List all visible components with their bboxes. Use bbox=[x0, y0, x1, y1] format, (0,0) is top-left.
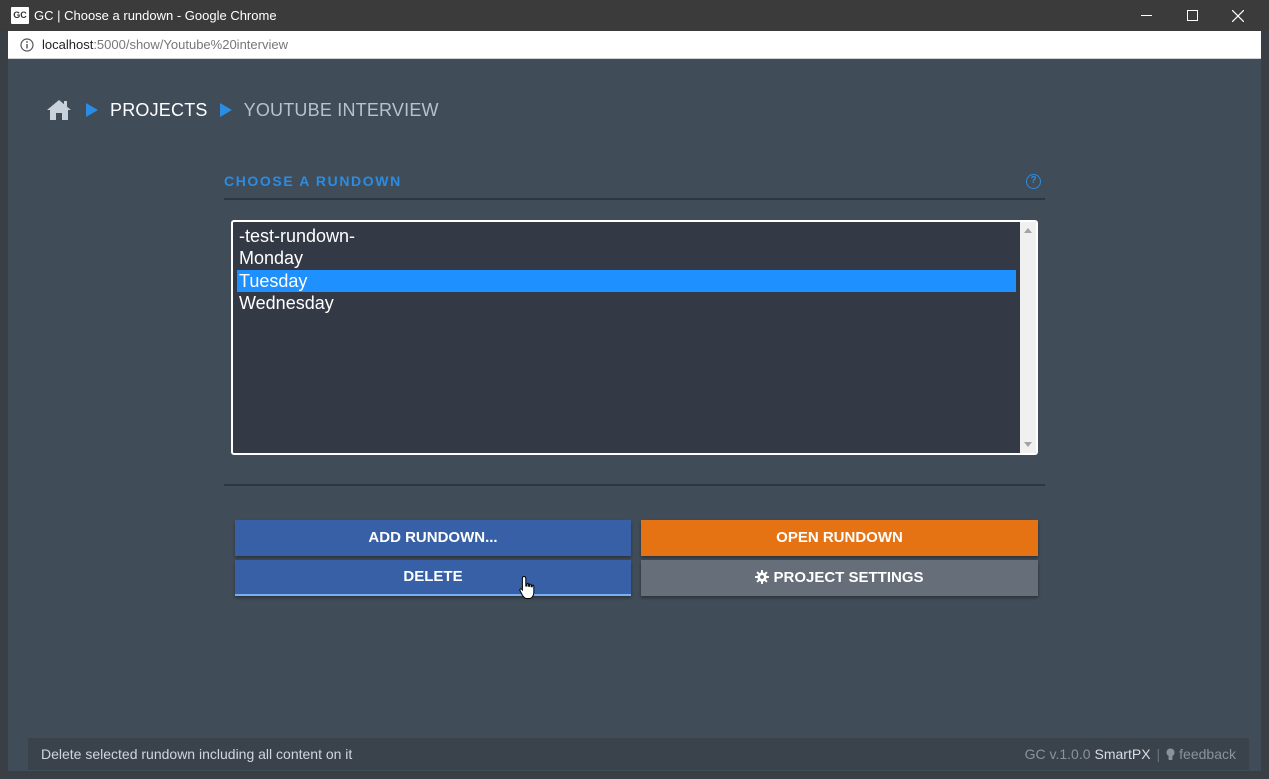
close-button[interactable] bbox=[1215, 0, 1261, 31]
brand-label[interactable]: SmartPX bbox=[1095, 746, 1151, 762]
open-rundown-button[interactable]: OPEN RUNDOWN bbox=[641, 520, 1038, 556]
divider bbox=[224, 484, 1045, 486]
feedback-link[interactable]: feedback bbox=[1179, 746, 1236, 762]
breadcrumb-projects[interactable]: PROJECTS bbox=[110, 100, 208, 121]
breadcrumb-current: YOUTUBE INTERVIEW bbox=[243, 99, 439, 120]
add-rundown-button[interactable]: ADD RUNDOWN... bbox=[235, 520, 631, 556]
section-title: CHOOSE A RUNDOWN bbox=[224, 173, 402, 189]
divider bbox=[224, 198, 1045, 200]
hand-cursor-icon bbox=[519, 575, 535, 599]
delete-button[interactable]: DELETE bbox=[235, 560, 631, 596]
project-settings-label: PROJECT SETTINGS bbox=[773, 569, 924, 586]
maximize-button[interactable] bbox=[1169, 0, 1215, 31]
url-host: localhost bbox=[42, 37, 94, 52]
minimize-icon bbox=[1140, 15, 1152, 16]
app-main: PROJECTS YOUTUBE INTERVIEW CHOOSE A RUND… bbox=[8, 59, 1261, 771]
url-path: :5000/show/Youtube%20interview bbox=[93, 37, 288, 52]
window-title: GC | Choose a rundown - Google Chrome bbox=[34, 8, 277, 23]
list-item-selected[interactable]: Tuesday bbox=[237, 270, 1016, 292]
list-item[interactable]: -test-rundown- bbox=[237, 225, 1016, 247]
breadcrumb: PROJECTS YOUTUBE INTERVIEW bbox=[46, 96, 451, 124]
rundown-listbox[interactable]: -test-rundown- Monday Tuesday Wednesday bbox=[231, 220, 1038, 455]
help-icon[interactable]: ? bbox=[1026, 174, 1041, 189]
app-icon: GC bbox=[11, 7, 29, 24]
status-bar: Delete selected rundown including all co… bbox=[28, 738, 1249, 770]
project-settings-button[interactable]: PROJECT SETTINGS bbox=[641, 560, 1038, 596]
status-hint: Delete selected rundown including all co… bbox=[41, 746, 353, 762]
window-titlebar: GC GC | Choose a rundown - Google Chrome bbox=[0, 0, 1269, 31]
home-icon[interactable] bbox=[46, 98, 72, 122]
maximize-icon bbox=[1186, 10, 1198, 21]
breadcrumb-arrow-icon bbox=[219, 103, 232, 117]
minimize-button[interactable] bbox=[1123, 0, 1169, 31]
status-right: GC v.1.0.0 SmartPX | feedback bbox=[1025, 746, 1236, 762]
list-item[interactable]: Wednesday bbox=[237, 292, 1016, 314]
address-bar[interactable]: localhost:5000/show/Youtube%20interview bbox=[8, 31, 1261, 59]
close-icon bbox=[1232, 9, 1244, 22]
version-label: GC v.1.0.0 bbox=[1024, 746, 1091, 762]
list-item[interactable]: Monday bbox=[237, 247, 1016, 269]
bulb-icon bbox=[1166, 748, 1175, 760]
listbox-scrollbar[interactable] bbox=[1020, 222, 1036, 453]
scroll-down-icon[interactable] bbox=[1024, 442, 1032, 447]
info-icon[interactable] bbox=[20, 38, 34, 52]
separator: | bbox=[1156, 746, 1161, 762]
url-text[interactable]: localhost:5000/show/Youtube%20interview bbox=[42, 37, 288, 52]
gear-icon bbox=[755, 570, 770, 584]
scroll-up-icon[interactable] bbox=[1024, 228, 1032, 233]
breadcrumb-arrow-icon bbox=[86, 103, 98, 117]
